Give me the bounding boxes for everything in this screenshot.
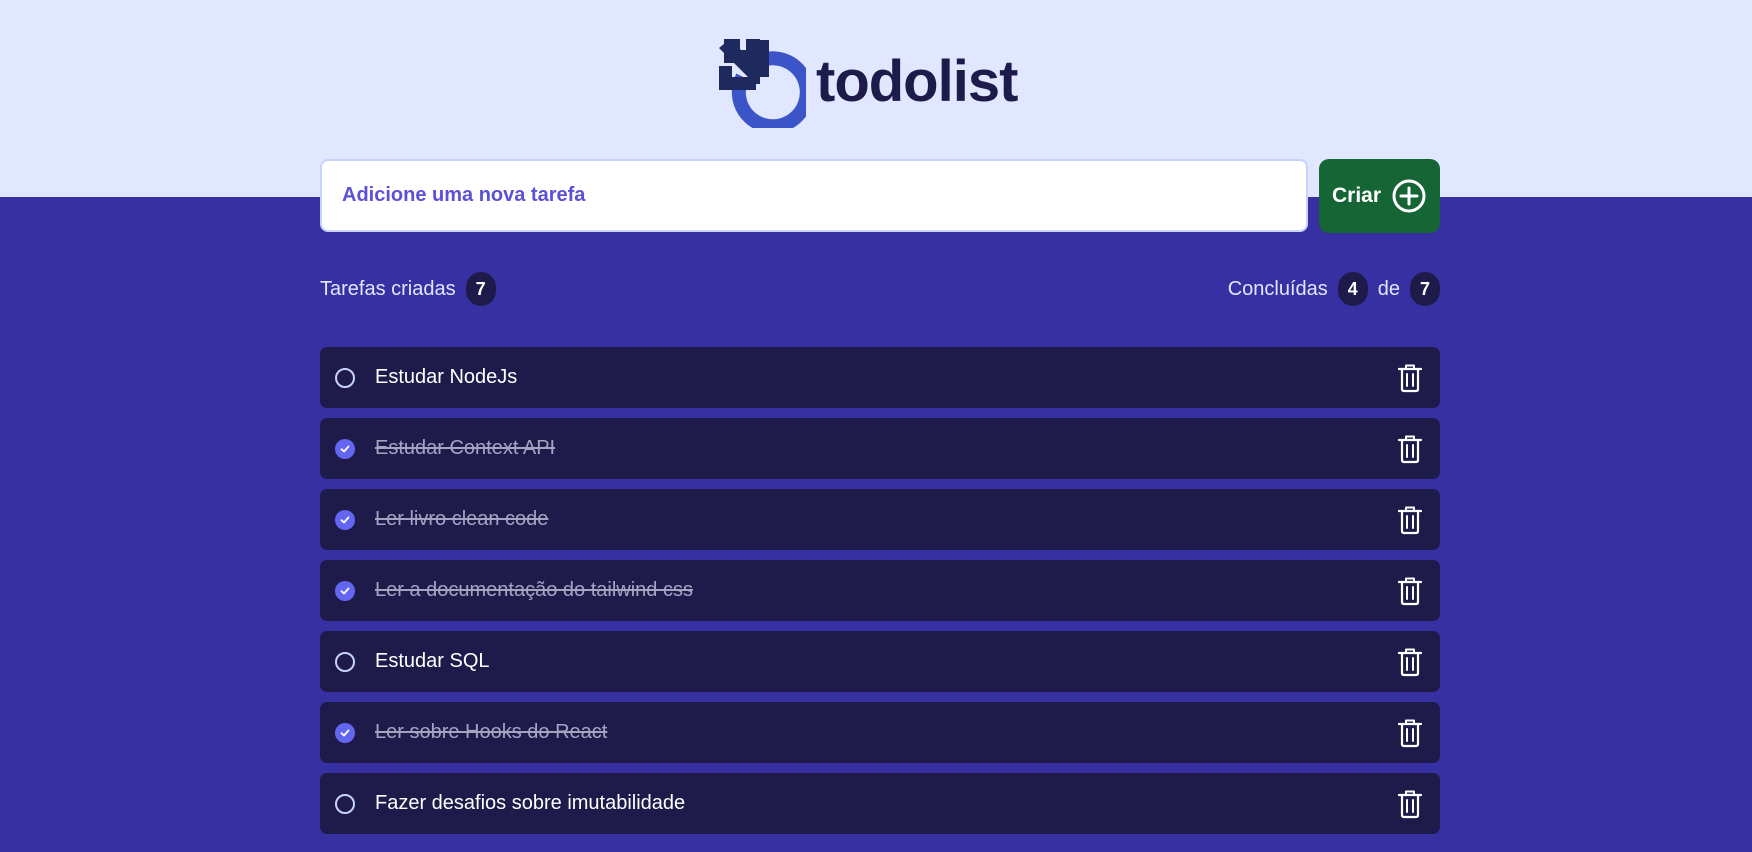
- task-text: Estudar SQL: [375, 650, 490, 672]
- task-item: Estudar Context API: [320, 418, 1440, 479]
- of-label: de: [1377, 277, 1400, 300]
- created-count-badge: 7: [465, 272, 496, 306]
- done-count-badge: 4: [1337, 272, 1368, 306]
- task-item: Fazer desafios sobre imutabilidade: [320, 773, 1440, 834]
- task-text: Ler livro clean code: [375, 508, 549, 530]
- task-list: Estudar NodeJs Estudar Context API Ler liv…: [320, 347, 1440, 834]
- trash-icon[interactable]: [1396, 789, 1424, 819]
- created-counter: Tarefas criadas 7: [320, 272, 496, 306]
- task-text: Estudar Context API: [375, 437, 556, 459]
- task-text: Ler a documentação do tailwind css: [375, 579, 693, 601]
- new-task-form: Criar: [320, 159, 1629, 233]
- create-task-button[interactable]: Criar: [1319, 159, 1440, 233]
- done-counter: Concluídas 4 de 7: [1228, 272, 1440, 306]
- unchecked-circle-icon[interactable]: [335, 367, 355, 388]
- trash-icon[interactable]: [1396, 718, 1424, 748]
- total-count-badge: 7: [1410, 272, 1440, 306]
- trash-icon[interactable]: [1396, 363, 1424, 393]
- logo-text: todolist: [816, 49, 1018, 114]
- done-label: Concluídas: [1227, 277, 1328, 300]
- created-label: Tarefas criadas: [320, 277, 456, 300]
- task-text: Fazer desafios sobre imutabilidade: [375, 792, 686, 814]
- task-item: Estudar NodeJs: [320, 347, 1440, 408]
- task-item: Ler sobre Hooks do React: [320, 702, 1440, 763]
- task-counters: Tarefas criadas 7 Concluídas 4 de 7: [320, 272, 1440, 306]
- task-text: Estudar NodeJs: [375, 366, 518, 388]
- create-button-label: Criar: [1331, 184, 1382, 207]
- trash-icon[interactable]: [1396, 434, 1424, 464]
- checked-circle-icon[interactable]: [335, 438, 355, 459]
- logo: todolist: [716, 36, 1018, 128]
- unchecked-circle-icon[interactable]: [335, 793, 355, 814]
- task-text: Ler sobre Hooks do React: [375, 721, 608, 743]
- arrow-into-circle-icon: [719, 39, 806, 128]
- trash-icon[interactable]: [1396, 576, 1424, 606]
- checked-circle-icon[interactable]: [335, 580, 355, 601]
- unchecked-circle-icon[interactable]: [335, 651, 355, 672]
- checked-circle-icon[interactable]: [335, 509, 355, 530]
- task-item: Ler livro clean code: [320, 489, 1440, 550]
- task-item: Ler a documentação do tailwind css: [320, 560, 1440, 621]
- task-item: Estudar SQL: [320, 631, 1440, 692]
- trash-icon[interactable]: [1396, 505, 1424, 535]
- plus-circle-icon: [1392, 179, 1426, 213]
- checked-circle-icon[interactable]: [335, 722, 355, 743]
- new-task-input[interactable]: [320, 159, 1308, 232]
- trash-icon[interactable]: [1396, 647, 1424, 677]
